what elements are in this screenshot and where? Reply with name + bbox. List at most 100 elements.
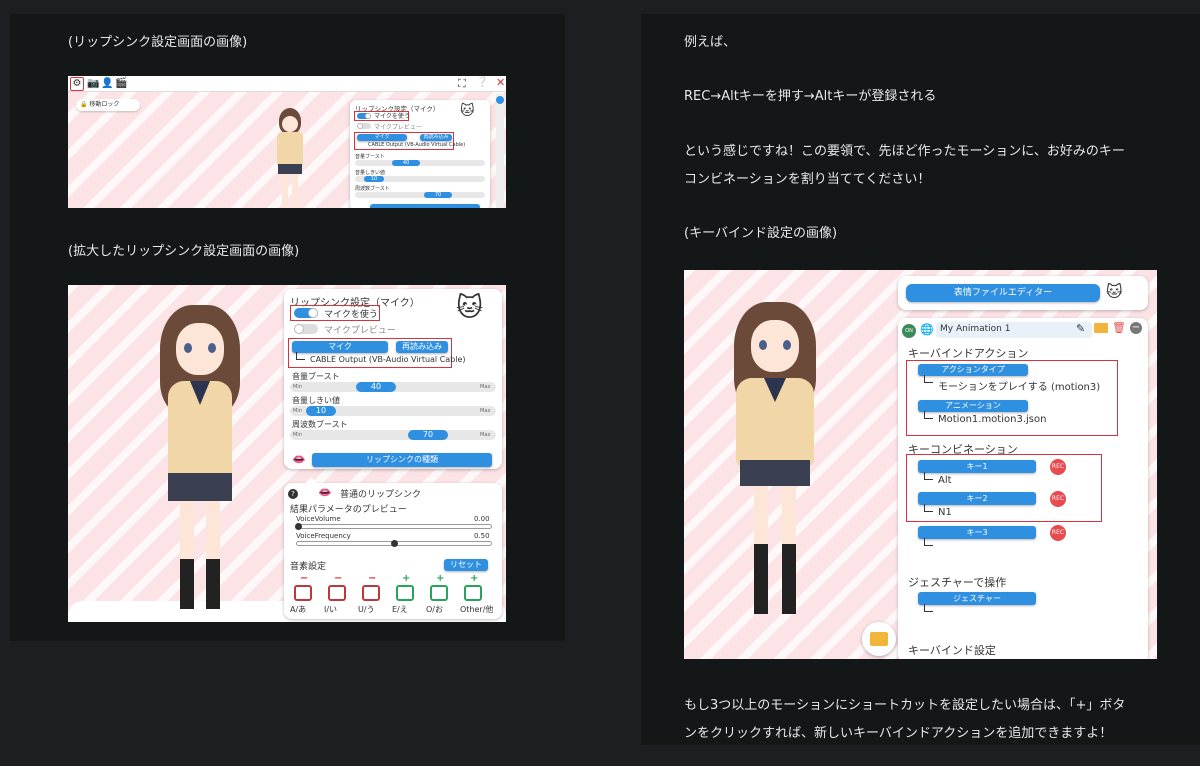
clapper-icon[interactable]: 🎬	[115, 78, 127, 89]
fullscreen-icon[interactable]: ⛶	[458, 77, 466, 91]
phoneme-label-1: I/い	[324, 605, 338, 614]
gear-icon[interactable]: ⚙	[70, 77, 84, 91]
avatar-character	[273, 108, 307, 208]
action-type-value: モーションをプレイする (motion3)	[938, 382, 1101, 393]
move-lock-label: 移動ロック	[89, 101, 120, 108]
slider-max-label: Max	[480, 408, 491, 414]
slider-max-label: Max	[480, 384, 491, 390]
voice-volume-bar	[295, 523, 492, 530]
phoneme-label-0: A/あ	[290, 605, 307, 614]
arrow-icon	[924, 472, 933, 480]
cat-mic-icon: 🐱	[456, 293, 484, 323]
minus-icon[interactable]: −	[1130, 322, 1142, 334]
on-toggle[interactable]: ON	[902, 324, 916, 338]
key3-button[interactable]: キー3	[918, 526, 1036, 539]
volume-boost-value[interactable]: 40	[356, 382, 396, 392]
volume-threshold-value[interactable]: 10	[364, 176, 384, 182]
phoneme-button-2[interactable]	[362, 585, 380, 601]
expression-editor-button[interactable]: 表情ファイルエディター	[906, 284, 1100, 302]
caption-keybind-screenshot: (キーバインド設定の画像)	[684, 226, 838, 241]
freq-boost-value[interactable]: 70	[424, 192, 452, 198]
device-name: CABLE Output (VB-Audio Virtual Cable)	[310, 355, 466, 364]
phoneme-button-5[interactable]	[464, 585, 482, 601]
keybind-settings-heading: キーバインド設定	[908, 644, 996, 657]
arrow-icon	[924, 604, 933, 612]
cat-icon: 🐱	[460, 103, 475, 119]
key2-value: N1	[938, 507, 952, 518]
volume-boost-label: 音量ブースト	[355, 154, 385, 160]
phoneme-button-1[interactable]	[328, 585, 346, 601]
animation-button[interactable]: アニメーション	[918, 400, 1028, 412]
paragraph-rec-steps: REC→Altキーを押す→Altキーが登録される	[684, 89, 937, 104]
voice-volume-label: VoiceVolume	[296, 515, 341, 523]
volume-boost-value[interactable]: 40	[392, 160, 420, 166]
close-icon[interactable]: ✕	[496, 76, 505, 89]
key2-button[interactable]: キー2	[918, 492, 1036, 505]
minus-icon: −	[368, 573, 377, 584]
mic-preview-toggle[interactable]	[357, 123, 371, 129]
lipsync-settings-card: リップシンク設定（マイク） 🐱 マイクを使う マイクプレビュー マイク 再読み込…	[284, 289, 502, 469]
paragraph-add-action-1: もし3つ以上のモーションにショートカットを設定したい場合は、「+」ボタ	[684, 698, 1126, 713]
reload-button[interactable]: 再読み込み	[420, 134, 452, 141]
voice-frequency-bar	[296, 540, 492, 547]
phoneme-button-0[interactable]	[294, 585, 312, 601]
paragraph-add-action-2: ンをクリックすれば、新しいキーバインドアクションを追加できますよ！	[684, 726, 1113, 741]
mic-button[interactable]: マイク	[292, 341, 388, 353]
rec-button-key2[interactable]: REC	[1050, 491, 1066, 507]
rec-button-key3[interactable]: REC	[1050, 525, 1066, 541]
paragraph-instructions-2: コンビネーションを割り当ててください！	[684, 172, 931, 187]
slider-min-label: Min	[293, 432, 302, 438]
keybind-action-heading: キーバインドアクション	[908, 347, 1029, 360]
slider-max-label: Max	[480, 432, 491, 438]
phoneme-label-2: U/う	[358, 605, 375, 614]
cats-icon: 🐱	[1106, 282, 1123, 301]
device-name: CABLE Output (VB-Audio Virtual Cable)	[368, 142, 466, 148]
voice-frequency-label: VoiceFrequency	[296, 532, 351, 540]
user-add-icon[interactable]: 👤	[101, 78, 113, 89]
app-toolbar: ⚙ 📷 👤 🎬 ⛶ ❔ ✕	[68, 76, 506, 92]
freq-boost-slider[interactable]	[355, 192, 485, 198]
phoneme-label-5: Other/他	[460, 605, 494, 614]
reload-button[interactable]: 再読み込み	[396, 341, 448, 353]
caption-lipsync-screenshot: (リップシンク設定画面の画像)	[68, 35, 248, 50]
freq-boost-slider[interactable]	[290, 430, 496, 440]
volume-threshold-value[interactable]: 10	[306, 406, 336, 416]
trash-icon[interactable]: 🗑	[1112, 321, 1126, 334]
mic-button[interactable]: マイク	[357, 134, 407, 141]
freq-boost-value[interactable]: 70	[408, 430, 448, 440]
action-type-button[interactable]: アクションタイプ	[918, 364, 1028, 376]
minus-icon: −	[300, 573, 309, 584]
use-mic-toggle[interactable]	[357, 113, 371, 119]
lipsync-settings-card-small: リップシンク設定（マイク） 🐱 マイクを使う マイクプレビュー マイク 再読み込…	[350, 100, 490, 208]
scroll-up-icon[interactable]	[496, 96, 504, 104]
reset-button[interactable]: リセット	[444, 559, 488, 571]
phoneme-button-4[interactable]	[430, 585, 448, 601]
minus-icon: −	[334, 573, 343, 584]
animation-name-field[interactable]: My Animation 1	[936, 322, 1092, 338]
caption-zoomed-screenshot: (拡大したリップシンク設定画面の画像)	[68, 244, 300, 259]
globe-icon[interactable]: 🌐	[920, 323, 934, 336]
tooltip-pointer	[304, 477, 318, 485]
help-icon[interactable]: ❔	[476, 77, 488, 88]
folder-button[interactable]	[862, 622, 896, 656]
use-mic-toggle[interactable]	[294, 308, 318, 318]
volume-boost-slider[interactable]	[355, 160, 485, 166]
mic-preview-toggle[interactable]	[294, 324, 318, 334]
volume-threshold-label: 音量しきい値	[355, 170, 386, 176]
move-lock-toggle[interactable]: 🔒 移動ロック	[76, 99, 140, 111]
gesture-button[interactable]: ジェスチャー	[918, 592, 1036, 605]
phoneme-label-3: E/え	[392, 605, 408, 614]
phoneme-button-3[interactable]	[396, 585, 414, 601]
arrow-icon	[296, 352, 305, 360]
lipsync-type-button-small[interactable]	[370, 204, 480, 208]
camera-icon[interactable]: 📷	[87, 78, 99, 89]
voice-frequency-value: 0.50	[474, 532, 490, 540]
key1-button[interactable]: キー1	[918, 460, 1036, 473]
paragraph-example: 例えば、	[684, 35, 737, 50]
folder-delete-icon[interactable]	[1094, 323, 1108, 333]
lipsync-type-button[interactable]: リップシンクの種類	[312, 453, 492, 467]
scrollbar[interactable]	[496, 94, 504, 208]
pencil-icon[interactable]: ✎	[1076, 322, 1085, 335]
rec-button-key1[interactable]: REC	[1050, 459, 1066, 475]
help-icon[interactable]: ?	[288, 489, 298, 499]
